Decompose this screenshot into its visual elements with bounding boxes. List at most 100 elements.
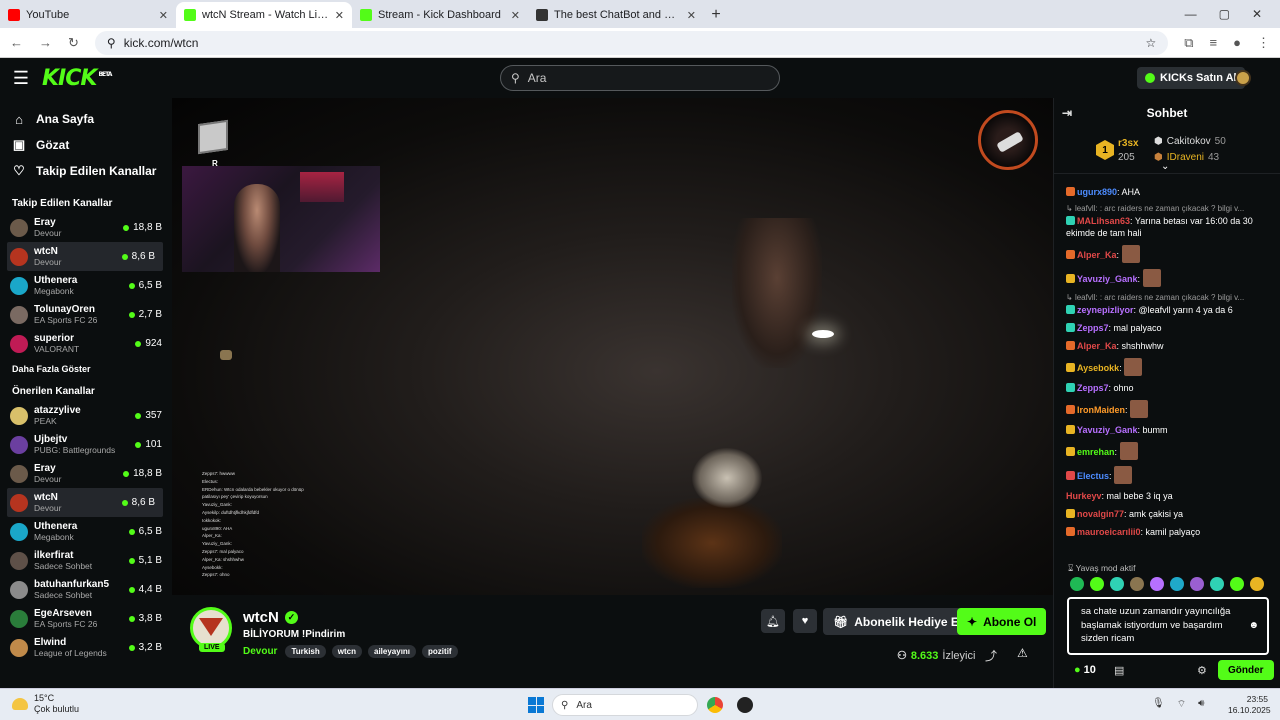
- stream-tag[interactable]: Turkish: [285, 645, 326, 658]
- emote-picker-icon[interactable]: [1190, 577, 1204, 591]
- channel-item[interactable]: superior VALORANT 924: [0, 329, 170, 358]
- channel-item[interactable]: EgeArseven EA Sports FC 26 3,8 B: [0, 604, 170, 633]
- chat-username[interactable]: Yavuziy_Gank: [1077, 425, 1138, 435]
- chat-username[interactable]: Alper_Ka: [1077, 250, 1117, 260]
- app-taskbar-icon[interactable]: [737, 697, 753, 713]
- share-icon[interactable]: ⤴: [985, 647, 997, 664]
- browser-tab[interactable]: Stream - Kick Dashboard ✕: [352, 2, 528, 28]
- channel-item[interactable]: wtcN Devour 8,6 B: [7, 242, 163, 271]
- tab-close-icon[interactable]: ✕: [687, 9, 696, 22]
- channel-item[interactable]: Eray Devour 18,8 B: [0, 213, 170, 242]
- chat-input-text[interactable]: sa chate uzun zamandır yayıncılığa başla…: [1081, 606, 1230, 644]
- channel-item[interactable]: Elwind League of Legends 3,2 B: [0, 633, 170, 662]
- emote-picker-icon[interactable]: [1230, 577, 1244, 591]
- emote-picker-icon[interactable]: [1250, 577, 1264, 591]
- site-info-icon[interactable]: ⚲: [107, 36, 116, 50]
- volume-icon[interactable]: 🔊︎: [1198, 698, 1204, 711]
- sidebar-nav-item[interactable]: ▣ Gözat: [0, 132, 170, 158]
- channel-item[interactable]: Uthenera Megabonk 6,5 B: [0, 517, 170, 546]
- profile-icon[interactable]: ●: [1233, 35, 1241, 50]
- buy-kicks-button[interactable]: KICKs Satın Al: [1137, 67, 1245, 89]
- chat-username[interactable]: Hurkeyv: [1066, 491, 1102, 501]
- network-icon[interactable]: ⌔: [1177, 698, 1186, 711]
- search-input[interactable]: ⚲ Ara: [500, 65, 780, 91]
- show-more-link[interactable]: Daha Fazla Göster: [0, 358, 170, 380]
- new-tab-icon[interactable]: +: [704, 2, 728, 28]
- tab-close-icon[interactable]: ✕: [335, 9, 344, 22]
- mic-icon[interactable]: 🎙︎: [1152, 698, 1165, 711]
- kick-logo[interactable]: KICK BETA: [42, 66, 112, 91]
- chat-username[interactable]: IronMaiden: [1077, 405, 1125, 415]
- url-text[interactable]: kick.com/wtcn: [124, 36, 1138, 50]
- subscribe-button[interactable]: ✦ Abone Ol: [957, 608, 1047, 635]
- windows-start-icon[interactable]: [528, 697, 544, 713]
- channel-item[interactable]: atazzylive PEAK 357: [0, 401, 170, 430]
- video-player[interactable]: R Zepps7: hwwww Electus: ERDehun: Wtcn oda…: [172, 98, 1053, 595]
- channel-item[interactable]: Uthenera Megabonk 6,5 B: [0, 271, 170, 300]
- chat-username[interactable]: zeynepizliyor: [1077, 305, 1134, 315]
- notification-bell-button[interactable]: 🔔︎: [761, 609, 785, 633]
- chat-username[interactable]: MALihsan63: [1077, 216, 1130, 226]
- emote-picker-icon[interactable]: [1150, 577, 1164, 591]
- emote-picker-icon[interactable]: [1210, 577, 1224, 591]
- tab-close-icon[interactable]: ✕: [159, 9, 168, 22]
- chat-username[interactable]: ugurx890: [1077, 187, 1117, 197]
- weather-widget[interactable]: 15°C Çok bulutlu: [12, 693, 79, 715]
- gift-subscription-button[interactable]: 🎁︎ Abonelik Hediye Et: [823, 608, 973, 635]
- browser-tab[interactable]: The best ChatBot and Widgets ✕: [528, 2, 704, 28]
- tab-close-icon[interactable]: ✕: [511, 9, 520, 22]
- reload-icon[interactable]: ↻: [68, 35, 79, 51]
- channel-item[interactable]: Eray Devour 18,8 B: [0, 459, 170, 488]
- follow-heart-button[interactable]: ♥: [793, 609, 817, 633]
- chat-username[interactable]: mauroeicarılii0: [1077, 527, 1141, 537]
- emoji-icon[interactable]: ☻: [1248, 619, 1259, 633]
- chat-input[interactable]: sa chate uzun zamandır yayıncılığa başla…: [1067, 597, 1269, 655]
- media-icon[interactable]: ≡: [1210, 35, 1218, 50]
- emote-picker-icon[interactable]: [1170, 577, 1184, 591]
- stream-category[interactable]: Devour: [243, 646, 277, 657]
- browser-tab[interactable]: wtcN Stream - Watch Live o ✕: [176, 2, 352, 28]
- extensions-icon[interactable]: ⧉: [1184, 35, 1193, 51]
- maximize-icon[interactable]: ▢: [1219, 7, 1230, 21]
- store-icon[interactable]: ▤: [1114, 664, 1124, 677]
- expand-leaderboard-icon[interactable]: ⌄: [1161, 161, 1169, 172]
- chat-username[interactable]: Yavuziy_Gank: [1077, 274, 1138, 284]
- send-button[interactable]: Gönder: [1218, 660, 1274, 680]
- emote-picker-icon[interactable]: [1130, 577, 1144, 591]
- report-icon[interactable]: ⚠: [1017, 646, 1028, 660]
- chat-username[interactable]: Aysebokk: [1077, 363, 1119, 373]
- close-window-icon[interactable]: ✕: [1252, 7, 1262, 21]
- channel-item[interactable]: wtcN Devour 8,6 B: [7, 488, 163, 517]
- bookmark-star-icon[interactable]: ☆: [1145, 36, 1156, 50]
- chat-username[interactable]: Electus: [1077, 471, 1109, 481]
- channel-item[interactable]: Ujbejtv PUBG: Battlegrounds 101: [0, 430, 170, 459]
- chrome-taskbar-icon[interactable]: [707, 697, 723, 713]
- chat-username[interactable]: novalgin77: [1077, 509, 1124, 519]
- browser-tab[interactable]: YouTube ✕: [0, 2, 176, 28]
- channel-item[interactable]: ilkerfirat Sadece Sohbet 5,1 B: [0, 546, 170, 575]
- menu-dots-icon[interactable]: ⋮: [1257, 35, 1270, 51]
- user-avatar[interactable]: [1235, 70, 1251, 86]
- chat-reply-preview[interactable]: ↳ leafvll: : arc raiders ne zaman çıkaca…: [1066, 293, 1275, 302]
- emote-picker-icon[interactable]: [1110, 577, 1124, 591]
- minimize-icon[interactable]: —: [1185, 7, 1197, 21]
- chat-username[interactable]: Alper_Ka: [1077, 341, 1117, 351]
- chat-reply-preview[interactable]: ↳ leafvll: : arc raiders ne zaman çıkaca…: [1066, 204, 1275, 213]
- stream-tag[interactable]: wtcn: [331, 645, 362, 658]
- stream-tag[interactable]: pozitif: [422, 645, 458, 658]
- channel-points[interactable]: ● 10: [1074, 664, 1096, 676]
- collapse-chat-icon[interactable]: ⇥: [1062, 106, 1072, 120]
- back-icon[interactable]: ←: [10, 35, 23, 50]
- chat-username[interactable]: Zepps7: [1077, 323, 1109, 333]
- stream-tag[interactable]: aileyayını: [368, 645, 417, 658]
- channel-item[interactable]: batuhanfurkan5 Sadece Sohbet 4,4 B: [0, 575, 170, 604]
- emote-picker-icon[interactable]: [1090, 577, 1104, 591]
- chat-username[interactable]: Zepps7: [1077, 383, 1109, 393]
- taskbar-search[interactable]: ⚲ Ara: [552, 694, 698, 716]
- chat-username[interactable]: emrehan: [1077, 447, 1115, 457]
- streamer-name[interactable]: wtcN ✓: [243, 609, 298, 626]
- address-bar[interactable]: ⚲ kick.com/wtcn ☆: [94, 30, 1169, 55]
- channel-item[interactable]: TolunayOren EA Sports FC 26 2,7 B: [0, 300, 170, 329]
- forward-icon[interactable]: →: [39, 35, 52, 50]
- chat-settings-icon[interactable]: ⚙: [1197, 664, 1207, 677]
